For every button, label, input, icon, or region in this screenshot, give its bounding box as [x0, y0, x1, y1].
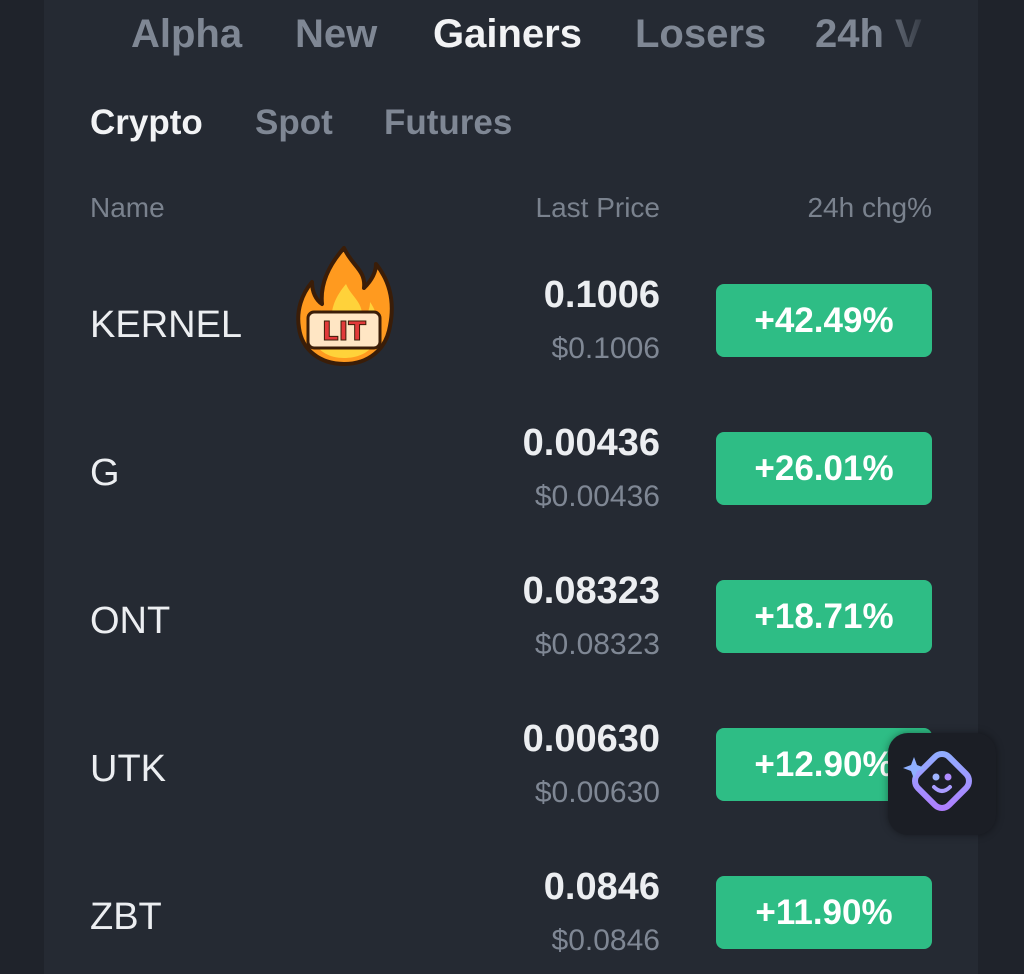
table-row[interactable]: ZBT 0.0846 $0.0846 +11.90%: [44, 844, 978, 974]
row-name: KERNEL: [90, 304, 243, 346]
sticker-label: LIT: [322, 317, 366, 347]
row-name: UTK: [90, 748, 166, 790]
row-name: ONT: [90, 600, 171, 642]
fire-icon: LIT: [294, 244, 396, 368]
row-price-usd: $0.08323: [534, 628, 660, 661]
markets-panel: Alpha New Gainers Losers 24h V Crypto Sp…: [44, 0, 978, 974]
row-last-price: 0.08323: [522, 570, 660, 612]
table-row[interactable]: ONT 0.08323 $0.08323 +18.71%: [44, 548, 978, 696]
column-header-last-price[interactable]: Last Price: [536, 192, 661, 224]
row-name: ZBT: [90, 896, 162, 938]
ai-assistant-button[interactable]: [888, 733, 996, 835]
row-last-price: 0.00630: [522, 718, 660, 760]
row-price-usd: $0.1006: [551, 332, 660, 365]
subtab-futures[interactable]: Futures: [384, 103, 512, 143]
table-row[interactable]: G 0.00436 $0.00436 +26.01%: [44, 400, 978, 548]
table-row[interactable]: UTK 0.00630 $0.00630 +12.90%: [44, 696, 978, 844]
change-badge[interactable]: +18.71%: [716, 580, 932, 653]
tabs-fade-overlay: [874, 0, 934, 72]
table-row[interactable]: KERNEL 0.1006 $0.1006 +42.49%: [44, 252, 978, 400]
subtab-spot[interactable]: Spot: [255, 103, 333, 143]
tab-alpha[interactable]: Alpha: [131, 12, 242, 57]
column-header-name[interactable]: Name: [90, 192, 165, 224]
subtab-crypto[interactable]: Crypto: [90, 103, 203, 143]
column-header-change[interactable]: 24h chg%: [807, 192, 932, 224]
change-badge[interactable]: +26.01%: [716, 432, 932, 505]
change-badge[interactable]: +11.90%: [716, 876, 932, 949]
change-badge[interactable]: +42.49%: [716, 284, 932, 357]
row-price-usd: $0.0846: [551, 924, 660, 957]
row-last-price: 0.1006: [543, 274, 660, 316]
row-price-usd: $0.00630: [534, 776, 660, 809]
row-name: G: [90, 452, 120, 494]
top-tabs: Alpha New Gainers Losers 24h V: [44, 0, 934, 72]
tab-losers[interactable]: Losers: [635, 12, 766, 57]
row-price-usd: $0.00436: [534, 480, 660, 513]
row-last-price: 0.0846: [543, 866, 660, 908]
tab-gainers[interactable]: Gainers: [433, 12, 582, 57]
ai-assistant-icon: [903, 751, 972, 811]
row-last-price: 0.00436: [522, 422, 660, 464]
tab-new[interactable]: New: [295, 12, 377, 57]
